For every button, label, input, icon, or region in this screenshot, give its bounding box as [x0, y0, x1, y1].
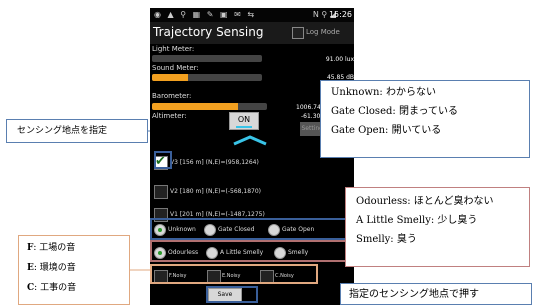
- app-title: Trajectory Sensing: [153, 25, 264, 39]
- point-checkbox[interactable]: [154, 185, 168, 199]
- status-bar: ◉ ▲ ⚲ ▦ ✎ ▣ ✉ ⇆ N ⚲ ◢ 15:26: [150, 8, 354, 22]
- anno-text: : 閉まっている: [392, 106, 459, 117]
- anno-text: : 環境の音: [33, 263, 76, 273]
- barometer-fill: [152, 103, 239, 110]
- smell-anno-line-odourless: Odourless: ほとんど臭わない: [356, 192, 519, 211]
- anno-key: Gate Open: [331, 125, 386, 136]
- chevron-up-icon[interactable]: [230, 132, 270, 148]
- gate-anno-line-open: Gate Open: 開いている: [331, 121, 519, 140]
- altimeter-label: Altimeter:: [152, 112, 187, 120]
- highlight-save-button: [206, 286, 258, 303]
- anno-key: Odourless: [356, 196, 408, 207]
- annotation-text: センシング地点を指定: [17, 126, 108, 136]
- annotation-text: 指定のセンシング地点で押す: [349, 289, 479, 300]
- point-label: V2 [180 m] (N,E)=(-568,1870): [170, 188, 261, 195]
- light-meter-bar: [152, 55, 262, 62]
- app-bar: Trajectory Sensing Log Mode: [150, 22, 354, 44]
- highlight-noise-group: [150, 264, 318, 284]
- sound-meter-label: Sound Meter:: [152, 64, 199, 72]
- on-toggle-button[interactable]: ON: [229, 112, 259, 130]
- smell-anno-line-little: A Little Smelly: 少し臭う: [356, 211, 519, 230]
- highlight-gate-group: [150, 218, 354, 240]
- annotation-select-point: センシング地点を指定: [6, 119, 148, 143]
- anno-key: E: [27, 263, 34, 273]
- annotation-save: 指定のセンシング地点で押す: [340, 283, 532, 305]
- barometer-label: Barometer:: [152, 92, 192, 100]
- log-mode-label: Log Mode: [306, 28, 340, 36]
- light-meter-value: 91.00 lux: [325, 56, 354, 63]
- anno-text: : 工事の音: [34, 283, 77, 293]
- gate-anno-line-closed: Gate Closed: 閉まっている: [331, 102, 519, 121]
- anno-text: : 開いている: [385, 125, 442, 136]
- noise-anno-line-f: F: 工場の音: [27, 238, 121, 258]
- anno-key: Smelly: [356, 234, 391, 245]
- annotation-gate: Unknown: わからない Gate Closed: 閉まっている Gate …: [320, 80, 530, 158]
- anno-text: : 工場の音: [33, 243, 76, 253]
- point-row-v2[interactable]: V2 [180 m] (N,E)=(-568,1870): [150, 182, 354, 202]
- log-mode-checkbox[interactable]: [292, 27, 304, 39]
- anno-text: : ほとんど臭わない: [407, 196, 494, 207]
- light-meter-label: Light Meter:: [152, 45, 195, 53]
- sound-meter-fill: [152, 74, 189, 81]
- clock: 15:26: [328, 10, 352, 19]
- noise-anno-line-c: C: 工事の音: [27, 278, 121, 298]
- smell-anno-line-smelly: Smelly: 臭う: [356, 230, 519, 249]
- anno-text: : わからない: [379, 87, 436, 98]
- anno-key: A Little Smelly: [356, 215, 431, 226]
- anno-text: : 少し臭う: [430, 215, 478, 226]
- point-label: V3 [156 m] (N,E)=(958,1264): [170, 159, 259, 166]
- highlight-selected-point: [154, 151, 172, 169]
- anno-key: Unknown: [331, 87, 380, 98]
- status-icons: ◉ ▲ ⚲ ▦ ✎ ▣ ✉ ⇆: [154, 10, 257, 19]
- point-label: V1 [201 m] (N,E)=(-1487,1275): [170, 211, 265, 218]
- highlight-smell-group: [150, 240, 354, 262]
- anno-text: : 臭う: [390, 234, 417, 245]
- gate-anno-line-unknown: Unknown: わからない: [331, 83, 519, 102]
- barometer-bar: [152, 103, 267, 110]
- noise-anno-line-e: E: 環境の音: [27, 258, 121, 278]
- sound-meter-bar: [152, 74, 262, 81]
- annotation-smell: Odourless: ほとんど臭わない A Little Smelly: 少し臭…: [345, 187, 530, 267]
- anno-key: Gate Closed: [331, 106, 393, 117]
- annotation-noise: F: 工場の音 E: 環境の音 C: 工事の音: [18, 235, 130, 305]
